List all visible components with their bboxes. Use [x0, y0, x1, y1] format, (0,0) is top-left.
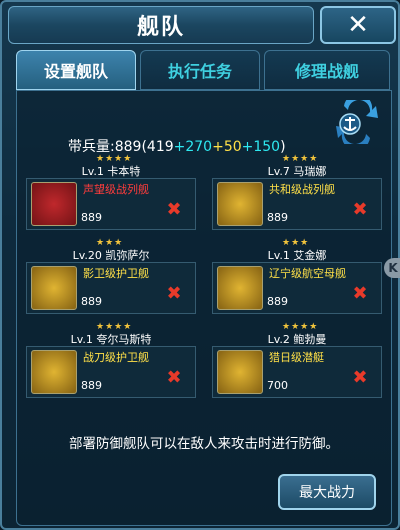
ship-thumbnail	[217, 266, 263, 310]
ship-slot: ★★★ Lv.1 艾金娜 辽宁级航空母舰 889 ✖	[212, 238, 382, 320]
side-expand-tab[interactable]: K	[384, 258, 400, 278]
captain-label: Lv.1 夸尔马斯特	[70, 333, 152, 346]
captain-label: Lv.7 马瑞娜	[267, 165, 327, 178]
window-title: 舰队	[136, 15, 185, 40]
ship-card[interactable]: 战刀级护卫舰 889 ✖	[26, 346, 196, 398]
troop-bonus-1: +270	[173, 139, 213, 155]
ship-name: 影卫级护卫舰	[83, 267, 149, 280]
ship-thumbnail	[217, 182, 263, 226]
remove-ship-icon[interactable]: ✖	[351, 369, 369, 387]
ship-slot: ★★★★ Lv.1 卡本特 声望级战列舰 889 ✖	[26, 154, 196, 236]
captain-label: Lv.20 凯弥萨尔	[72, 249, 150, 262]
ship-slot: ★★★★ Lv.7 马瑞娜 共和级战列舰 889 ✖	[212, 154, 382, 236]
troop-bonus-3: +150	[241, 139, 281, 155]
remove-ship-icon[interactable]: ✖	[351, 285, 369, 303]
ship-slot: ★★★★ Lv.2 鲍勃曼 猎日级潜艇 700 ✖	[212, 322, 382, 404]
ship-card[interactable]: 声望级战列舰 889 ✖	[26, 178, 196, 230]
ship-power: 889	[267, 211, 288, 224]
troop-bonus-2: +50	[212, 139, 242, 155]
captain-label: Lv.1 艾金娜	[267, 249, 327, 262]
ship-card[interactable]: 共和级战列舰 889 ✖	[212, 178, 382, 230]
remove-ship-icon[interactable]: ✖	[351, 201, 369, 219]
max-power-button[interactable]: 最大战力	[278, 474, 376, 510]
ship-card[interactable]: 辽宁级航空母舰 889 ✖	[212, 262, 382, 314]
ship-name: 战刀级护卫舰	[83, 351, 149, 364]
ship-name: 猎日级潜艇	[269, 351, 324, 364]
tab-repair-ships[interactable]: 修理战舰	[264, 50, 390, 90]
ship-name: 声望级战列舰	[83, 183, 149, 196]
tab-bar: 设置舰队 执行任务 修理战舰	[16, 50, 392, 90]
ship-name: 辽宁级航空母舰	[269, 267, 346, 280]
ship-power: 889	[81, 211, 102, 224]
remove-ship-icon[interactable]: ✖	[165, 201, 183, 219]
ship-power: 889	[81, 295, 102, 308]
remove-ship-icon[interactable]: ✖	[165, 285, 183, 303]
ship-slot: ★★★★ Lv.1 夸尔马斯特 战刀级护卫舰 889 ✖	[26, 322, 196, 404]
ship-card[interactable]: 猎日级潜艇 700 ✖	[212, 346, 382, 398]
captain-label: Lv.2 鲍勃曼	[267, 333, 327, 346]
ship-thumbnail	[31, 266, 77, 310]
ship-card[interactable]: 影卫级护卫舰 889 ✖	[26, 262, 196, 314]
tab-setup-fleet[interactable]: 设置舰队	[16, 50, 136, 90]
fleet-window: 舰队 ✕ 设置舰队 执行任务 修理战舰 带兵量:889(419+270+50+1…	[0, 0, 400, 530]
ship-power: 700	[267, 379, 288, 392]
ship-thumbnail	[31, 350, 77, 394]
remove-ship-icon[interactable]: ✖	[165, 369, 183, 387]
tab-execute-mission[interactable]: 执行任务	[140, 50, 260, 90]
ship-name: 共和级战列舰	[269, 183, 335, 196]
ship-power: 889	[267, 295, 288, 308]
ship-slot: ★★★ Lv.20 凯弥萨尔 影卫级护卫舰 889 ✖	[26, 238, 196, 320]
close-button[interactable]: ✕	[320, 6, 396, 44]
troop-base: 419	[146, 139, 174, 155]
ship-power: 889	[81, 379, 102, 392]
swap-formation-icon[interactable]	[330, 100, 384, 144]
troop-label: 带兵量:889(	[68, 139, 147, 155]
defense-description: 部署防御舰队可以在敌人来攻击时进行防御。	[69, 436, 339, 452]
ship-thumbnail	[31, 182, 77, 226]
ship-thumbnail	[217, 350, 263, 394]
troop-close: )	[280, 139, 286, 155]
captain-label: Lv.1 卡本特	[81, 165, 141, 178]
troop-capacity: 带兵量:889(419+270+50+150)	[68, 136, 286, 156]
title-bar: 舰队	[8, 6, 314, 44]
